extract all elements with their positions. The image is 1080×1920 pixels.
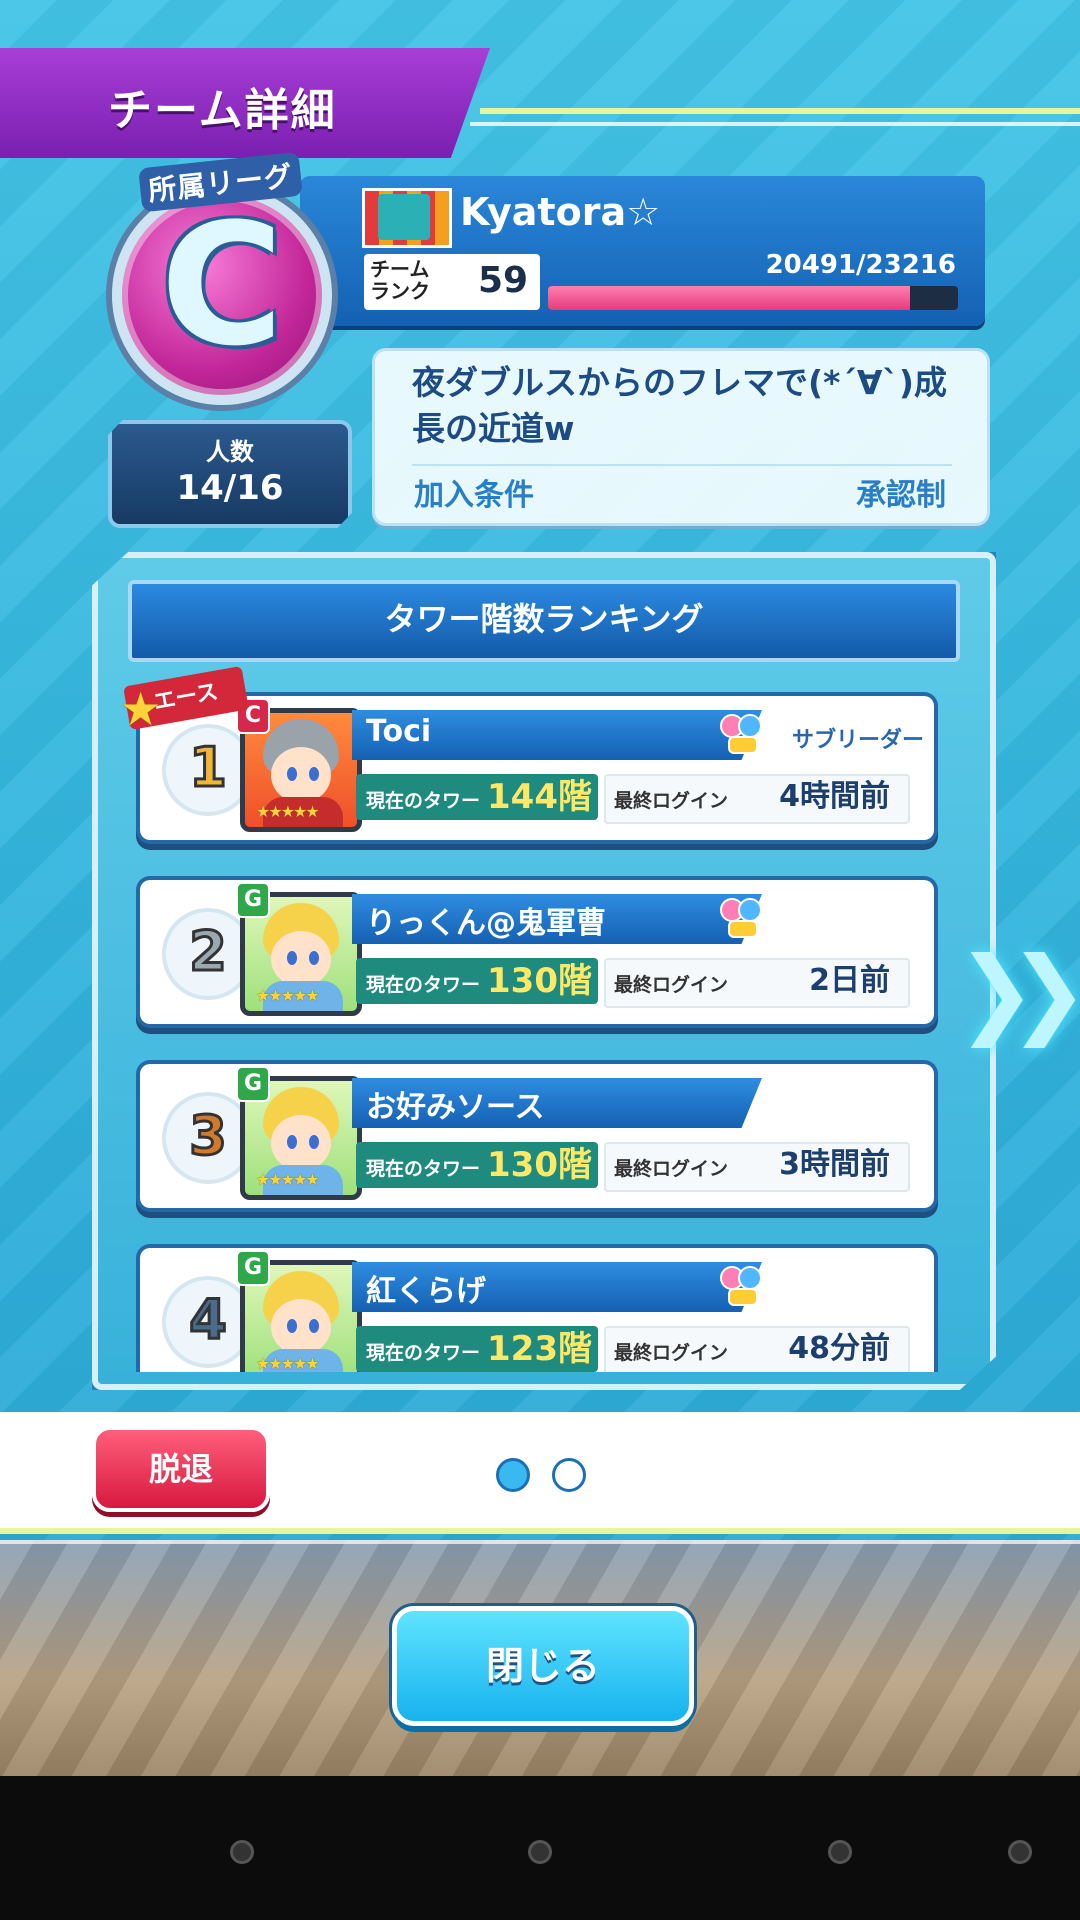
player-name: りっくん@鬼軍曹 xyxy=(366,906,606,941)
tower-label: 現在のタワー xyxy=(366,974,481,996)
team-emblem-icon xyxy=(378,194,430,240)
members-label: 人数 xyxy=(206,438,254,466)
rarity-stars-icon: ★★★★★ xyxy=(256,1170,320,1189)
nav-dot[interactable] xyxy=(1008,1840,1032,1864)
avatar-face xyxy=(271,747,331,803)
avatar-eye xyxy=(287,951,297,965)
avatar-face xyxy=(271,1115,331,1171)
avatar-face xyxy=(271,1299,331,1355)
league-letter: C xyxy=(160,187,284,383)
join-condition-label: 加入条件 xyxy=(414,478,534,513)
ranking-list[interactable]: 1 C ★★★★★ Toci サブリーダー 現在のタワー 144階 最終ログイン… xyxy=(120,676,960,1372)
avatar-eye xyxy=(287,1135,297,1149)
leave-team-button[interactable]: 脱退 xyxy=(92,1426,270,1512)
tower-floor: 130階 xyxy=(487,961,592,1001)
avatar-eye xyxy=(309,1319,319,1333)
login-label: 最終ログイン xyxy=(614,974,729,996)
player-name: Toci xyxy=(366,714,432,749)
last-login: 4時間前 xyxy=(779,779,890,814)
comment-divider xyxy=(412,464,952,466)
team-exp-bar xyxy=(548,286,958,310)
ranking-row[interactable]: 3 G ★★★★★ お好みソース 現在のタワー 130階 最終ログイン 3時間前 xyxy=(140,1064,934,1208)
grade-badge: G xyxy=(236,1066,270,1102)
ranking-row[interactable]: 2 G ★★★★★ りっくん@鬼軍曹 現在のタワー 130階 最終ログイン 2日… xyxy=(140,880,934,1024)
player-name: 紅くらげ xyxy=(366,1274,486,1309)
last-login: 3時間前 xyxy=(779,1147,890,1182)
page-indicator-dot[interactable] xyxy=(496,1458,530,1492)
tower-floor: 144階 xyxy=(487,777,592,817)
join-condition-value: 承認制 xyxy=(856,478,946,513)
tower-label: 現在のタワー xyxy=(366,1158,481,1180)
ranking-row[interactable]: 1 C ★★★★★ Toci サブリーダー 現在のタワー 144階 最終ログイン… xyxy=(140,696,934,840)
team-exp-fill xyxy=(548,286,911,310)
login-label: 最終ログイン xyxy=(614,1158,729,1180)
friend-icon xyxy=(716,714,764,758)
star-icon: ★ xyxy=(120,682,162,736)
header-accent-line-2 xyxy=(470,122,1080,126)
footer-accent-line xyxy=(0,1528,1080,1534)
avatar-eye xyxy=(309,767,319,781)
login-label: 最終ログイン xyxy=(614,790,729,812)
footer-accent-line-2 xyxy=(0,1540,1080,1544)
nav-dot[interactable] xyxy=(828,1840,852,1864)
members-count: 14/16 xyxy=(176,468,284,508)
avatar-eye xyxy=(287,1319,297,1333)
tower-floor: 123階 xyxy=(487,1329,592,1369)
grade-badge: G xyxy=(236,882,270,918)
close-button[interactable]: 閉じる xyxy=(392,1606,694,1726)
tower-floor: 130階 xyxy=(487,1145,592,1185)
avatar-eye xyxy=(309,1135,319,1149)
ranking-row[interactable]: 4 G ★★★★★ 紅くらげ 現在のタワー 123階 最終ログイン 48分前 xyxy=(140,1248,934,1372)
team-rank-label: チーム ランク xyxy=(370,257,430,303)
avatar-eye xyxy=(309,951,319,965)
rarity-stars-icon: ★★★★★ xyxy=(256,1354,320,1372)
team-name: Kyatora☆ xyxy=(460,190,661,234)
last-login: 2日前 xyxy=(809,963,890,998)
friend-icon xyxy=(716,898,764,942)
nav-dot[interactable] xyxy=(528,1840,552,1864)
team-exp-text: 20491/23216 xyxy=(765,250,956,280)
team-comment-text: 夜ダブルスからのフレマで(*´∀`)成長の近道w xyxy=(412,363,947,448)
grade-badge: G xyxy=(236,1250,270,1286)
rarity-stars-icon: ★★★★★ xyxy=(256,802,320,821)
avatar-eye xyxy=(287,767,297,781)
avatar-face xyxy=(271,931,331,987)
friend-icon xyxy=(716,1266,764,1310)
page-indicator-dot[interactable] xyxy=(552,1458,586,1492)
login-label: 最終ログイン xyxy=(614,1342,729,1364)
team-rank-value: 59 xyxy=(478,260,529,301)
tower-label: 現在のタワー xyxy=(366,790,481,812)
player-name: お好みソース xyxy=(366,1090,545,1125)
last-login: 48分前 xyxy=(788,1331,890,1366)
tower-label: 現在のタワー xyxy=(366,1342,481,1364)
subleader-badge: サブリーダー xyxy=(792,728,925,753)
header-accent-line xyxy=(480,108,1080,114)
ranking-title: タワー階数ランキング xyxy=(384,600,704,638)
nav-dot[interactable] xyxy=(230,1840,254,1864)
page-title: チーム詳細 xyxy=(108,85,337,136)
rarity-stars-icon: ★★★★★ xyxy=(256,986,320,1005)
next-page-arrow-icon[interactable]: ❯❯ xyxy=(956,936,1080,1048)
